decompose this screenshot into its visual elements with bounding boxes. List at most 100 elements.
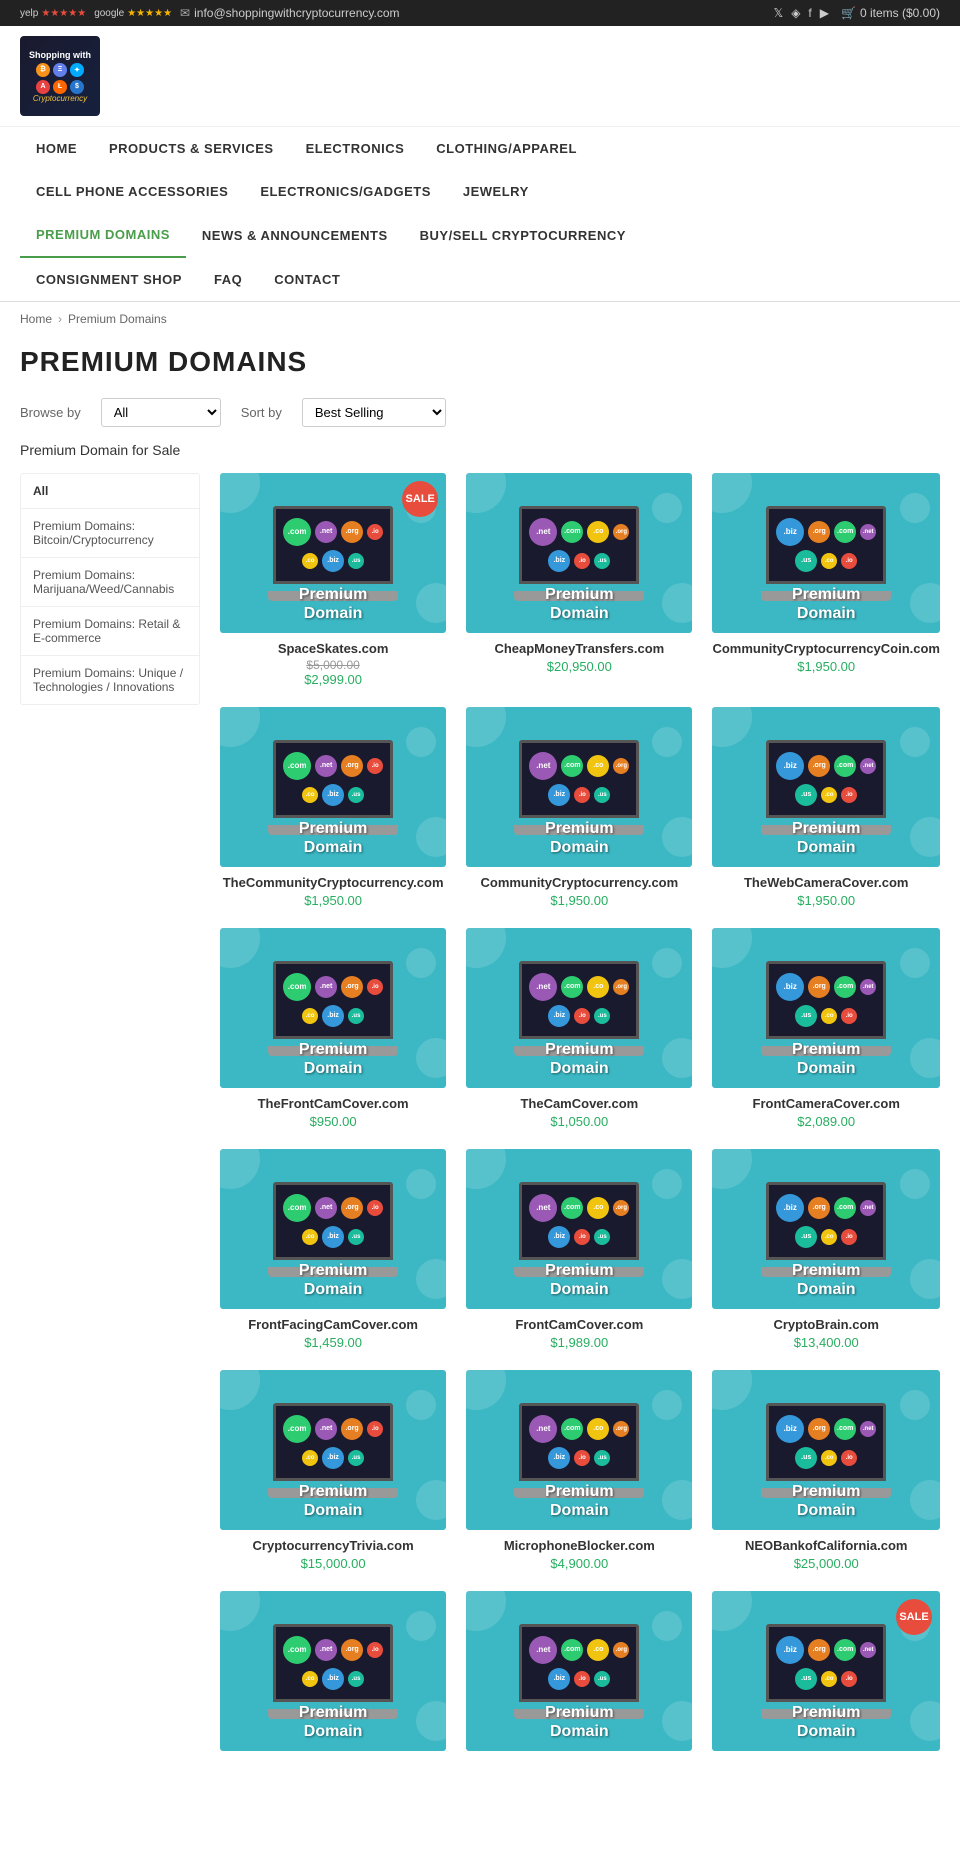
domain-circle: .co	[302, 787, 318, 803]
product-card[interactable]: .biz.org.com.net.us.co.io Premium Domain…	[712, 1370, 940, 1571]
domain-circle: .net	[529, 973, 557, 1001]
domain-circle: .io	[841, 787, 857, 803]
sidebar-item-all[interactable]: All	[21, 474, 199, 509]
sort-select[interactable]: Best Selling Price: Low to High Price: H…	[302, 398, 446, 427]
sidebar-item-bitcoin[interactable]: Premium Domains: Bitcoin/Cryptocurrency	[21, 509, 199, 558]
domain-circles: .net.com.co.org.biz.io.us	[522, 1190, 636, 1252]
product-card[interactable]: .com.net.org.io.co.biz.us Premium Domain	[220, 1591, 446, 1751]
product-card[interactable]: .com.net.org.io.co.biz.us Premium Domain…	[220, 707, 446, 908]
laptop-screen: .biz.org.com.net.us.co.io	[766, 961, 886, 1039]
product-image: .net.com.co.org.biz.io.us Premium Domain	[466, 473, 692, 633]
sidebar-item-marijuana[interactable]: Premium Domains: Marijuana/Weed/Cannabis	[21, 558, 199, 607]
nav-clothing[interactable]: CLOTHING/APPAREL	[420, 127, 593, 170]
sidebar-list: All Premium Domains: Bitcoin/Cryptocurre…	[20, 473, 200, 705]
product-card[interactable]: .net.com.co.org.biz.io.us Premium Domain…	[466, 707, 692, 908]
nav-electronics[interactable]: ELECTRONICS	[290, 127, 421, 170]
logo-area[interactable]: Shopping with ₿ Ξ ✦ A Ł $ Cryptocurrency	[20, 36, 100, 116]
domain-circle: .co	[821, 1008, 837, 1024]
domain-circle: .us	[795, 1447, 817, 1469]
sidebar-item-unique[interactable]: Premium Domains: Unique / Technologies /…	[21, 656, 199, 704]
facebook-icon[interactable]: f	[808, 6, 811, 20]
domain-circle: .biz	[322, 1668, 344, 1690]
product-overlay-text: Premium Domain	[220, 819, 446, 857]
laptop-screen: .com.net.org.io.co.biz.us	[273, 1624, 393, 1702]
product-price: $950.00	[220, 1114, 446, 1129]
product-image: .net.com.co.org.biz.io.us Premium Domain	[466, 1591, 692, 1751]
laptop-screen: .com.net.org.io.co.biz.us	[273, 1182, 393, 1260]
domain-circles: .net.com.co.org.biz.io.us	[522, 1632, 636, 1694]
twitter-icon[interactable]: 𝕏	[774, 6, 784, 20]
domain-circle: .net	[315, 1197, 337, 1219]
product-card[interactable]: .biz.org.com.net.us.co.io Premium Domain…	[712, 707, 940, 908]
premium-label: Premium	[466, 1040, 692, 1059]
domain-circles: .biz.org.com.net.us.co.io	[769, 1190, 883, 1252]
premium-label: Premium	[220, 1040, 446, 1059]
domain-circle: .co	[302, 1671, 318, 1687]
nav-consignment[interactable]: CONSIGNMENT SHOP	[20, 258, 198, 301]
products-grid: SALE .com.net.org.io.co.biz.us	[220, 473, 940, 1751]
product-overlay-text: Premium Domain	[712, 1261, 940, 1299]
page-title: PREMIUM DOMAINS	[20, 346, 940, 378]
product-card[interactable]: .com.net.org.io.co.biz.us Premium Domain…	[220, 1149, 446, 1350]
product-card[interactable]: .net.com.co.org.biz.io.us Premium Domain…	[466, 1149, 692, 1350]
domain-circles: .com.net.org.io.co.biz.us	[276, 1632, 390, 1694]
nav-contact[interactable]: CONTACT	[258, 258, 356, 301]
nav-jewelry[interactable]: JEWELRY	[447, 170, 545, 213]
product-card[interactable]: SALE .com.net.org.io.co.biz.us	[220, 473, 446, 687]
nav-electronics-gadgets[interactable]: ELECTRONICS/GADGETS	[244, 170, 447, 213]
domain-label: Domain	[220, 1501, 446, 1520]
youtube-icon[interactable]: ▶	[820, 6, 829, 20]
domain-circle: .org	[341, 976, 363, 998]
browse-select[interactable]: All	[101, 398, 221, 427]
domain-circle: .biz	[548, 1226, 570, 1248]
domain-circle: .io	[841, 1008, 857, 1024]
product-image-content: .com.net.org.io.co.biz.us Premium Domain	[220, 1149, 446, 1309]
product-card[interactable]: .net.com.co.org.biz.io.us Premium Domain…	[466, 473, 692, 687]
nav-home[interactable]: HOME	[20, 127, 93, 170]
sidebar-item-retail[interactable]: Premium Domains: Retail & E-commerce	[21, 607, 199, 656]
product-price: $1,950.00	[220, 893, 446, 908]
domain-circle: .co	[821, 1229, 837, 1245]
nav-news[interactable]: NEWS & ANNOUNCEMENTS	[186, 214, 404, 257]
product-price: $1,050.00	[466, 1114, 692, 1129]
product-card[interactable]: .com.net.org.io.co.biz.us Premium Domain…	[220, 928, 446, 1129]
nav-cell-phone[interactable]: CELL PHONE ACCESSORIES	[20, 170, 244, 213]
instagram-icon[interactable]: ◈	[791, 6, 800, 20]
product-name: TheWebCameraCover.com	[712, 875, 940, 890]
nav-products[interactable]: PRODUCTS & SERVICES	[93, 127, 290, 170]
laptop-screen: .com.net.org.io.co.biz.us	[273, 506, 393, 584]
breadcrumb-home[interactable]: Home	[20, 312, 52, 326]
product-overlay-text: Premium Domain	[466, 1703, 692, 1741]
product-price: $4,900.00	[466, 1556, 692, 1571]
domain-circle: .us	[594, 787, 610, 803]
cart-icon: 🛒	[841, 6, 856, 20]
product-image-content: .com.net.org.io.co.biz.us Premium Domain	[220, 1370, 446, 1530]
sale-badge: SALE	[896, 1599, 932, 1635]
product-overlay-text: Premium Domain	[712, 1482, 940, 1520]
domain-circle: .co	[587, 1197, 609, 1219]
product-card[interactable]: .net.com.co.org.biz.io.us Premium Domain…	[466, 1370, 692, 1571]
top-bar: yelp ★★★★★ google ★★★★★ ✉ info@shoppingw…	[0, 0, 960, 26]
product-card[interactable]: SALE .biz.org.com.net.us.co.io	[712, 1591, 940, 1751]
email-link[interactable]: ✉ info@shoppingwithcryptocurrency.com	[180, 6, 399, 20]
nav-buysell[interactable]: BUY/SELL CRYPTOCURRENCY	[404, 214, 642, 257]
product-card[interactable]: .biz.org.com.net.us.co.io Premium Domain…	[712, 473, 940, 687]
product-card[interactable]: .net.com.co.org.biz.io.us Premium Domain…	[466, 928, 692, 1129]
domain-circle: .co	[587, 755, 609, 777]
product-card[interactable]: .net.com.co.org.biz.io.us Premium Domain	[466, 1591, 692, 1751]
product-image: SALE .biz.org.com.net.us.co.io	[712, 1591, 940, 1751]
premium-label: Premium	[220, 819, 446, 838]
domain-circle: .net	[529, 1194, 557, 1222]
nav-premium-domains[interactable]: PREMIUM DOMAINS	[20, 213, 186, 258]
nav-faq[interactable]: FAQ	[198, 258, 258, 301]
laptop-screen: .com.net.org.io.co.biz.us	[273, 961, 393, 1039]
product-card[interactable]: .biz.org.com.net.us.co.io Premium Domain…	[712, 928, 940, 1129]
product-price: $20,950.00	[466, 659, 692, 674]
domain-label: Domain	[712, 1722, 940, 1741]
cart-info[interactable]: 🛒 0 items ($0.00)	[841, 6, 940, 20]
product-card[interactable]: .biz.org.com.net.us.co.io Premium Domain…	[712, 1149, 940, 1350]
domain-circle: .org	[341, 521, 363, 543]
product-card[interactable]: .com.net.org.io.co.biz.us Premium Domain…	[220, 1370, 446, 1571]
breadcrumb-current: Premium Domains	[68, 312, 167, 326]
domain-circle: .biz	[322, 1005, 344, 1027]
